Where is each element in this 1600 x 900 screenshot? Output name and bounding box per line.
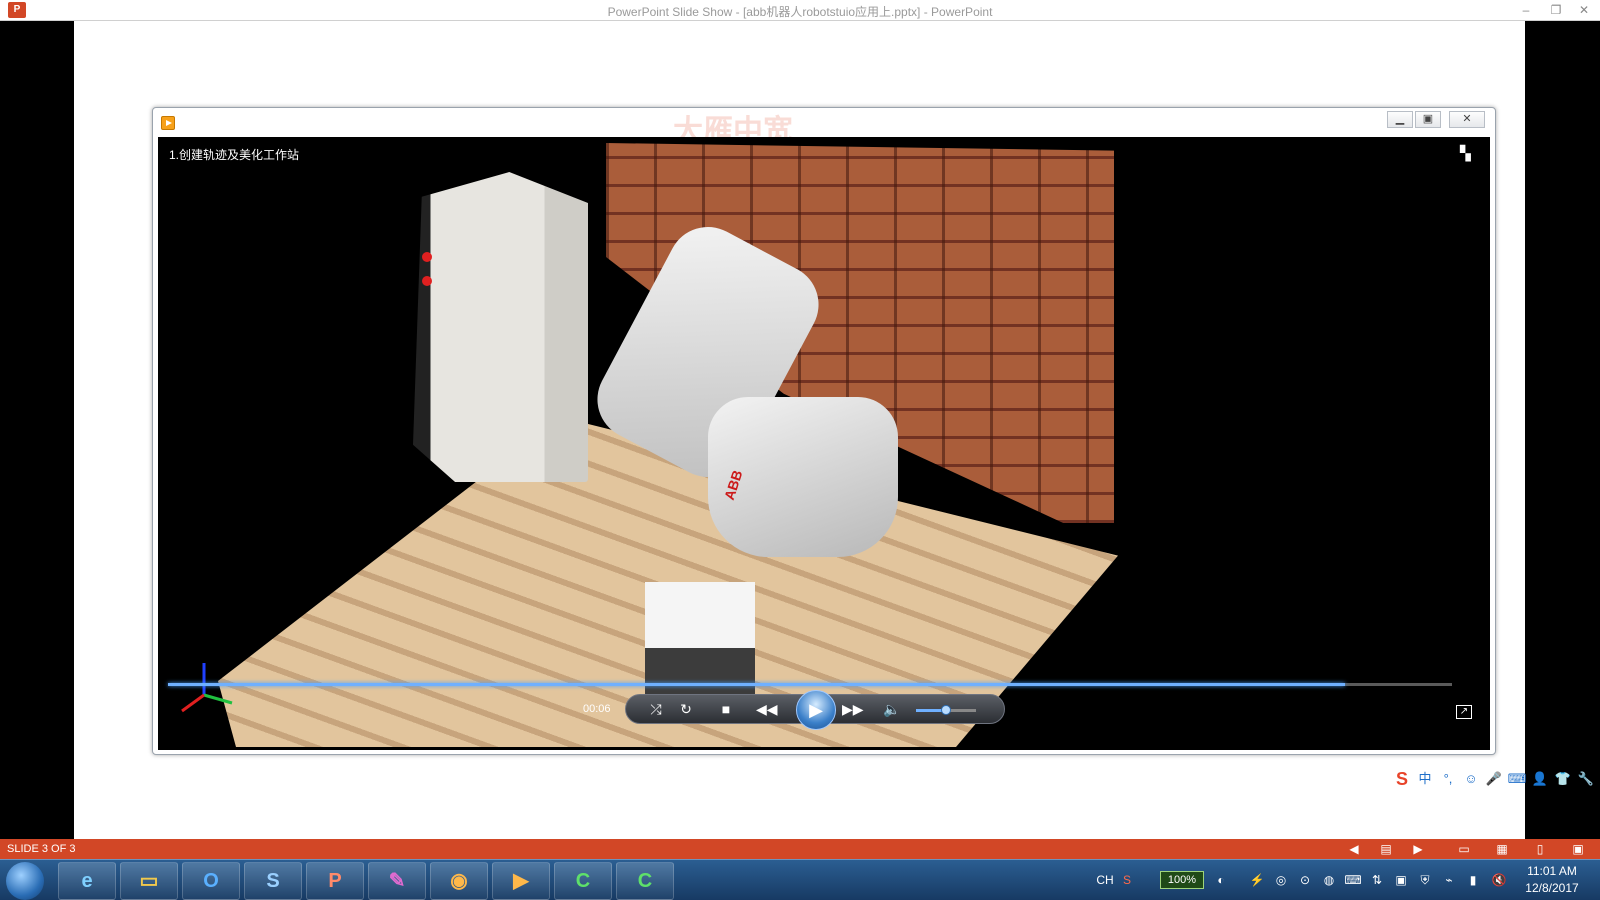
slideshow-view-icon[interactable]: ▣: [1570, 841, 1586, 857]
slideshow-statusbar: SLIDE 3 OF 3 ◀ ▤ ▶ ▭ ▦ ▯ ▣: [0, 839, 1600, 859]
sogou-tray-icon[interactable]: S: [1118, 871, 1136, 889]
tray-app-icon[interactable]: ◐: [1212, 871, 1230, 889]
ime-user-icon[interactable]: 👤: [1530, 769, 1550, 789]
battery-indicator[interactable]: 100%: [1160, 871, 1204, 889]
clock-time: 11:01 AM: [1527, 864, 1577, 878]
internet-explorer-icon[interactable]: e: [58, 862, 116, 900]
camtasia-recorder-icon[interactable]: C: [616, 862, 674, 900]
previous-slide-icon[interactable]: ◀: [1346, 841, 1362, 857]
player-close-button[interactable]: ✕: [1449, 111, 1485, 128]
input-language[interactable]: CH: [1094, 871, 1116, 889]
skype-icon[interactable]: S: [244, 862, 302, 900]
fast-forward-icon[interactable]: ▶▶: [842, 699, 864, 719]
camtasia-icon[interactable]: C: [554, 862, 612, 900]
ime-keyboard-icon[interactable]: ⌨: [1507, 769, 1527, 789]
start-button[interactable]: [6, 862, 44, 900]
volume-tray-icon[interactable]: 🔇: [1490, 871, 1508, 889]
tray-power-icon[interactable]: ⌁: [1440, 871, 1458, 889]
powerpoint-taskbar-icon[interactable]: P: [306, 862, 364, 900]
ime-voice-icon[interactable]: 🎤: [1484, 769, 1504, 789]
rewind-icon[interactable]: ◀◀: [756, 699, 778, 719]
app-book-icon[interactable]: ✎: [368, 862, 426, 900]
outlook-icon[interactable]: O: [182, 862, 240, 900]
player-minimize-button[interactable]: ▁: [1387, 111, 1413, 128]
next-slide-icon[interactable]: ▶: [1410, 841, 1426, 857]
tray-keyboard-icon[interactable]: ⌨: [1344, 871, 1362, 889]
fullscreen-icon[interactable]: ↗: [1456, 705, 1472, 719]
ime-emoji-icon[interactable]: ☺: [1461, 769, 1481, 789]
tray-network-icon[interactable]: ⇅: [1368, 871, 1386, 889]
play-button[interactable]: ▶: [796, 690, 836, 730]
ime-toolbar: S 中 °, ☺ 🎤 ⌨ 👤 👕 🔧: [1392, 766, 1596, 792]
sogou-ime-icon[interactable]: S: [1392, 769, 1412, 789]
window-title: PowerPoint Slide Show - [abb机器人robotstui…: [607, 5, 993, 19]
video-title: 1.创建轨迹及美化工作站: [169, 148, 300, 162]
ime-skin-icon[interactable]: 👕: [1553, 769, 1573, 789]
window-titlebar: P PowerPoint Slide Show - [abb机器人robotst…: [0, 0, 1600, 21]
minimize-icon[interactable]: –: [1514, 2, 1538, 18]
tray-security-icon[interactable]: ⛨: [1416, 871, 1434, 889]
tray-display-icon[interactable]: ▣: [1392, 871, 1410, 889]
tray-bluetooth-icon[interactable]: ⚡: [1248, 871, 1266, 889]
repeat-icon[interactable]: ↻: [676, 699, 696, 719]
reading-view-icon[interactable]: ▯: [1532, 841, 1548, 857]
media-player-icon: [161, 116, 175, 130]
volume-icon[interactable]: 🔈: [882, 699, 902, 719]
tray-globe-icon[interactable]: ◍: [1320, 871, 1338, 889]
clock-date: 12/8/2017: [1525, 881, 1579, 895]
elapsed-time: 00:06: [583, 703, 611, 715]
stop-icon[interactable]: ■: [716, 699, 736, 719]
notes-icon[interactable]: ▤: [1378, 841, 1394, 857]
volume-slider[interactable]: [916, 705, 976, 715]
windows-taskbar: e ▭ O S P ✎ ◉ ▶ C C CH S 100% ◐ ⚡ ◎ ⊙ ◍ …: [0, 859, 1600, 900]
close-icon[interactable]: ✕: [1572, 2, 1596, 18]
cabinet-light: [422, 276, 432, 286]
ime-tools-icon[interactable]: 🔧: [1576, 769, 1596, 789]
player-restore-button[interactable]: ▣: [1415, 111, 1441, 128]
slide-counter: SLIDE 3 OF 3: [7, 843, 76, 855]
taskbar-clock[interactable]: 11:01 AM 12/8/2017: [1520, 863, 1584, 897]
tray-sync-icon[interactable]: ◎: [1272, 871, 1290, 889]
restore-icon[interactable]: ❐: [1544, 2, 1568, 18]
cabinet-light: [422, 252, 432, 262]
file-explorer-icon[interactable]: ▭: [120, 862, 178, 900]
shuffle-icon[interactable]: ⤮: [646, 699, 666, 719]
volume-knob[interactable]: [941, 705, 951, 715]
tray-record-icon[interactable]: ⊙: [1296, 871, 1314, 889]
media-player-taskbar-icon[interactable]: ▶: [492, 862, 550, 900]
switch-view-icon[interactable]: ▚: [1460, 145, 1478, 161]
media-app-icon[interactable]: ◉: [430, 862, 488, 900]
slide-sorter-icon[interactable]: ▦: [1494, 841, 1510, 857]
robot-controller-cabinet: [413, 172, 588, 482]
seek-bar[interactable]: [168, 683, 1452, 686]
signal-icon[interactable]: ▮: [1464, 871, 1482, 889]
ime-punctuation-icon[interactable]: °,: [1438, 769, 1458, 789]
media-player-window: 大雁中宽 ▁ ▣ ✕ ABB 1.创建轨迹及美化工作站 ▚ 00:06 ⤮ ↻ …: [152, 107, 1496, 755]
seek-progress: [168, 683, 1346, 686]
normal-view-icon[interactable]: ▭: [1456, 841, 1472, 857]
ime-chinese-mode-icon[interactable]: 中: [1415, 769, 1435, 789]
video-frame[interactable]: ABB 1.创建轨迹及美化工作站 ▚ 00:06 ⤮ ↻ ■ ◀◀ ▶ ▶▶ 🔈…: [158, 137, 1490, 750]
